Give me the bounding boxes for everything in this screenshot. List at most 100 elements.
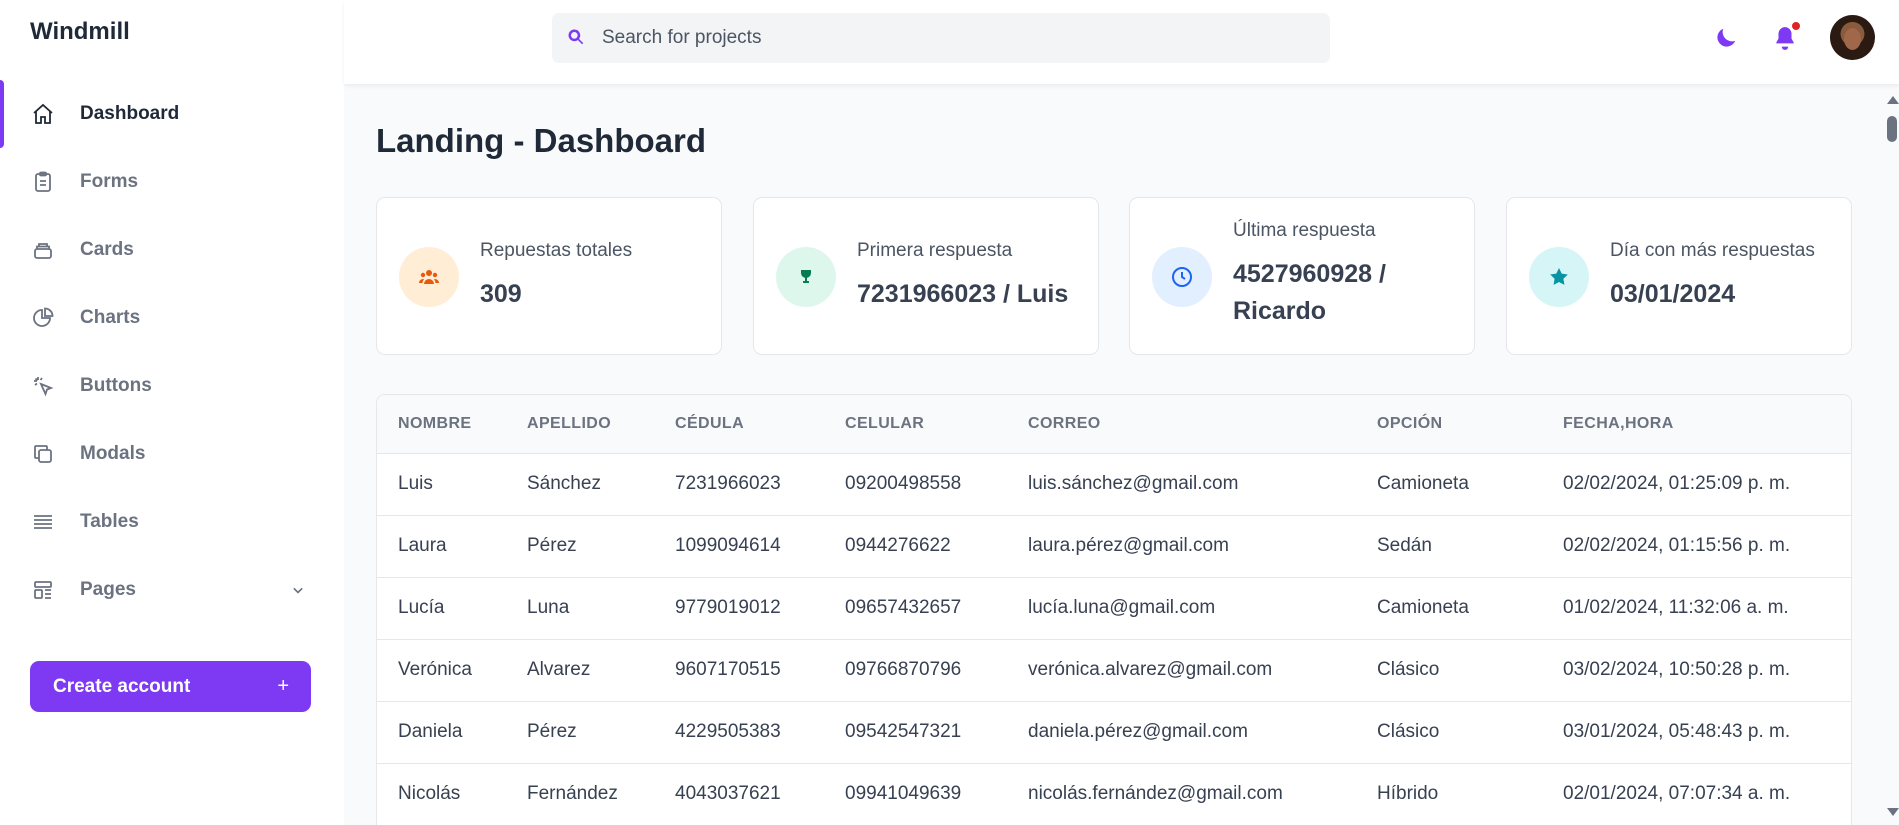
column-header: FECHA,HORA: [1542, 395, 1851, 454]
stat-card-last: Última respuesta 4527960928 / Ricardo: [1129, 197, 1475, 355]
table-cell: Sedán: [1377, 535, 1432, 556]
table-cell: 9779019012: [675, 597, 781, 618]
table-row: Nicolás Fernández 4043037621 09941049639…: [377, 763, 1851, 825]
table-cell: Fernández: [527, 783, 618, 804]
table-cell: 7231966023: [675, 473, 781, 494]
clock-icon: [1152, 247, 1212, 307]
scroll-thumb[interactable]: [1887, 116, 1897, 142]
table-header-row: NOMBRE APELLIDO CÉDULA CELULAR CORREO OP…: [377, 395, 1851, 454]
table-cell: 4043037621: [675, 783, 781, 804]
stat-card-total: Repuestas totales 309: [376, 197, 722, 355]
stat-card-value: 309: [480, 280, 522, 308]
table-cell: laura.pérez@gmail.com: [1028, 535, 1229, 556]
sidebar-item-tables[interactable]: Tables: [0, 488, 344, 556]
table-cell: Camioneta: [1377, 597, 1469, 618]
table-cell: 09941049639: [845, 783, 962, 804]
main-content: Landing - Dashboard Repuestas totales 30…: [344, 84, 1884, 825]
sidebar-item-label: Modals: [80, 443, 146, 464]
table-row: Laura Pérez 1099094614 0944276622 laura.…: [377, 515, 1851, 577]
sidebar-item-modals[interactable]: Modals: [0, 420, 344, 488]
table-cell: Clásico: [1377, 659, 1440, 680]
table-row: Lucía Luna 9779019012 09657432657 lucía.…: [377, 577, 1851, 639]
stat-card-label: Última respuesta: [1233, 220, 1376, 241]
stat-card-label: Repuestas totales: [480, 240, 633, 261]
sidebar-item-dashboard[interactable]: Dashboard: [0, 80, 344, 148]
column-header: CELULAR: [824, 395, 1007, 454]
sidebar-item-forms[interactable]: Forms: [0, 148, 344, 216]
table-row: Luis Sánchez 7231966023 09200498558 luis…: [377, 453, 1851, 515]
search-input[interactable]: [602, 27, 1302, 49]
table-cell: Camioneta: [1377, 473, 1469, 494]
stat-card-value: 4527960928 / Ricardo: [1233, 260, 1386, 325]
stat-card-label: Día con más respuestas: [1610, 240, 1815, 261]
sidebar-item-label: Charts: [80, 307, 141, 328]
table-cell: Alvarez: [527, 659, 591, 680]
scroll-up-arrow-icon[interactable]: [1887, 96, 1899, 104]
sidebar-nav: Dashboard Forms Cards Charts Buttons Mod…: [0, 80, 344, 624]
table-cell: 4229505383: [675, 721, 781, 742]
table-cell: 02/02/2024, 01:15:56 p. m.: [1563, 535, 1791, 556]
duplicate-icon: [30, 441, 56, 467]
stat-card-label: Primera respuesta: [857, 240, 1013, 261]
sidebar-item-label: Cards: [80, 239, 134, 260]
top-header: [344, 0, 1899, 84]
search-bar[interactable]: [552, 13, 1330, 63]
column-header: APELLIDO: [506, 395, 654, 454]
table-cell: 02/02/2024, 01:25:09 p. m.: [1563, 473, 1791, 494]
sidebar-item-pages[interactable]: Pages: [0, 556, 344, 624]
cursor-click-icon: [30, 373, 56, 399]
scroll-down-arrow-icon[interactable]: [1887, 808, 1899, 816]
stat-card-value: 03/01/2024: [1610, 280, 1736, 308]
avatar[interactable]: [1830, 15, 1875, 60]
sidebar-item-label: Forms: [80, 171, 139, 192]
cards-icon: [30, 237, 56, 263]
page-title: Landing - Dashboard: [376, 122, 706, 159]
stat-card-top-day: Día con más respuestas 03/01/2024: [1506, 197, 1852, 355]
table-cell: 1099094614: [675, 535, 781, 556]
table-cell: verónica.alvarez@gmail.com: [1028, 659, 1273, 680]
notification-badge: [1790, 20, 1802, 32]
stat-card-first: Primera respuesta 7231966023 / Luis: [753, 197, 1099, 355]
list-icon: [30, 509, 56, 535]
avatar-face: [1844, 28, 1861, 50]
brand-logo-text[interactable]: Windmill: [30, 18, 130, 46]
chevron-down-icon[interactable]: [288, 580, 308, 600]
trophy-icon: [776, 247, 836, 307]
page-scrollbar[interactable]: [1884, 84, 1899, 825]
search-icon: [566, 27, 588, 49]
table-cell: Sánchez: [527, 473, 601, 494]
sidebar-item-label: Buttons: [80, 375, 152, 396]
table-cell: 02/01/2024, 07:07:34 a. m.: [1563, 783, 1791, 804]
table-cell: 09657432657: [845, 597, 962, 618]
plus-icon: +: [277, 675, 289, 697]
moon-icon[interactable]: [1712, 24, 1740, 52]
sidebar: Windmill Dashboard Forms Cards Charts Bu…: [0, 0, 344, 825]
table-cell: Lucía: [398, 597, 445, 618]
table-cell: lucía.luna@gmail.com: [1028, 597, 1216, 618]
users-icon: [399, 247, 459, 307]
table-row: Verónica Alvarez 9607170515 09766870796 …: [377, 639, 1851, 701]
table-cell: 0944276622: [845, 535, 951, 556]
sidebar-item-cards[interactable]: Cards: [0, 216, 344, 284]
sidebar-item-label: Tables: [80, 511, 139, 532]
home-icon: [30, 101, 56, 127]
table-cell: Luis: [398, 473, 433, 494]
column-header: OPCIÓN: [1356, 395, 1542, 454]
sidebar-item-charts[interactable]: Charts: [0, 284, 344, 352]
create-account-label: Create account: [53, 675, 191, 697]
table-cell: 01/02/2024, 11:32:06 a. m.: [1563, 597, 1789, 618]
responses-table: NOMBRE APELLIDO CÉDULA CELULAR CORREO OP…: [376, 394, 1852, 825]
table-cell: Nicolás: [398, 783, 461, 804]
table-cell: Laura: [398, 535, 447, 556]
table-cell: Luna: [527, 597, 570, 618]
stat-card-value: 7231966023 / Luis: [857, 280, 1069, 308]
table-cell: 09542547321: [845, 721, 962, 742]
table-cell: Híbrido: [1377, 783, 1439, 804]
table-cell: Daniela: [398, 721, 463, 742]
bell-icon[interactable]: [1771, 20, 1802, 52]
column-header: CORREO: [1007, 395, 1356, 454]
table-cell: 09200498558: [845, 473, 962, 494]
column-header: CÉDULA: [654, 395, 824, 454]
create-account-button[interactable]: Create account +: [30, 661, 311, 712]
sidebar-item-buttons[interactable]: Buttons: [0, 352, 344, 420]
